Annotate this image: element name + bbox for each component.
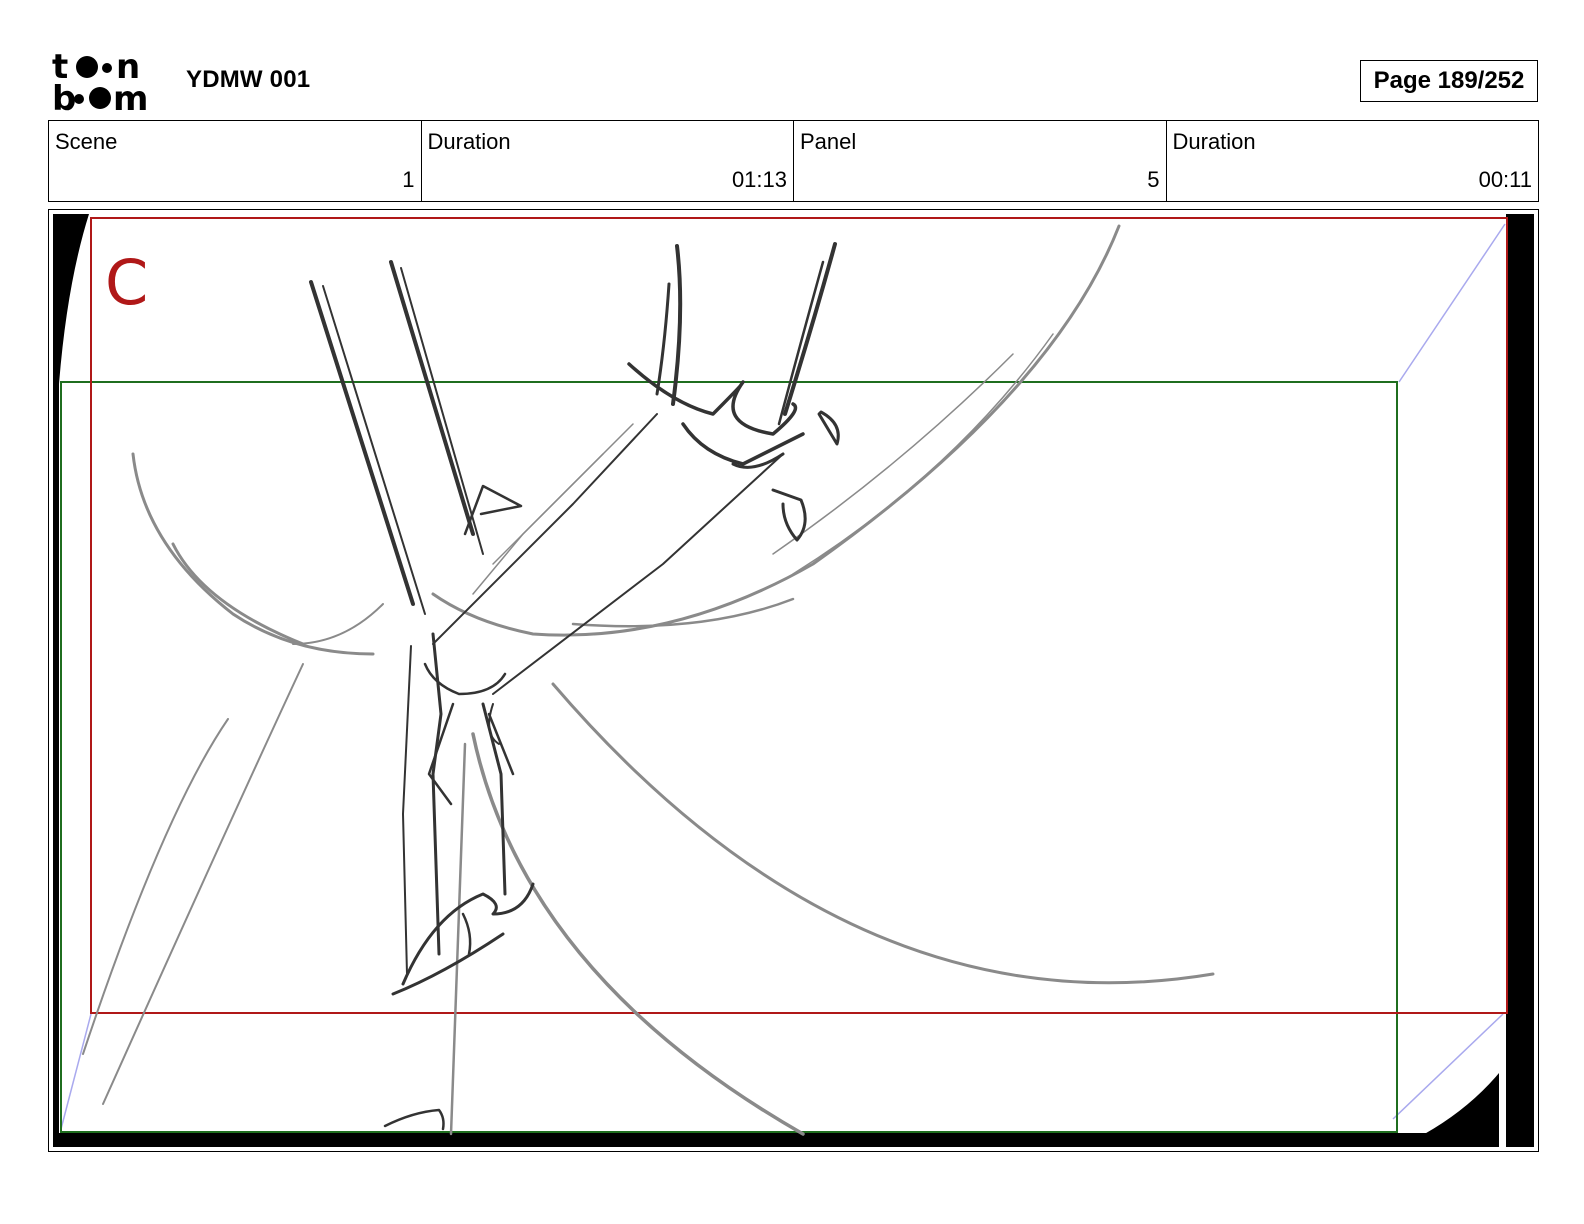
scene-value: 1 [402,167,415,192]
page-indicator: Page 189/252 [1360,60,1538,102]
camera-label: C [105,246,148,319]
panel-value: 5 [1147,167,1160,192]
panel-duration-cell: Duration 00:11 [1167,121,1539,201]
scene-duration-cell: Duration 01:13 [422,121,794,201]
panel-duration-label: Duration [1172,129,1256,154]
panel-cell: Panel 5 [794,121,1167,201]
scene-label: Scene [55,129,118,154]
scene-duration-value: 01:13 [731,167,787,192]
svg-text:b: b [52,79,76,114]
scene-duration-label: Duration [427,129,511,154]
panel-label: Panel [800,129,857,154]
panel-drawing: C [53,214,1534,1147]
panel-duration-value: 00:11 [1478,167,1532,192]
svg-text:m: m [113,79,148,114]
storyboard-panel: C [48,209,1539,1152]
toon-boom-logo: t n b m [50,48,166,114]
project-title: YDMW 001 [186,66,311,93]
scene-cell: Scene 1 [49,121,422,201]
panel-info-table: Scene 1 Duration 01:13 Panel 5 Duration … [48,120,1539,202]
